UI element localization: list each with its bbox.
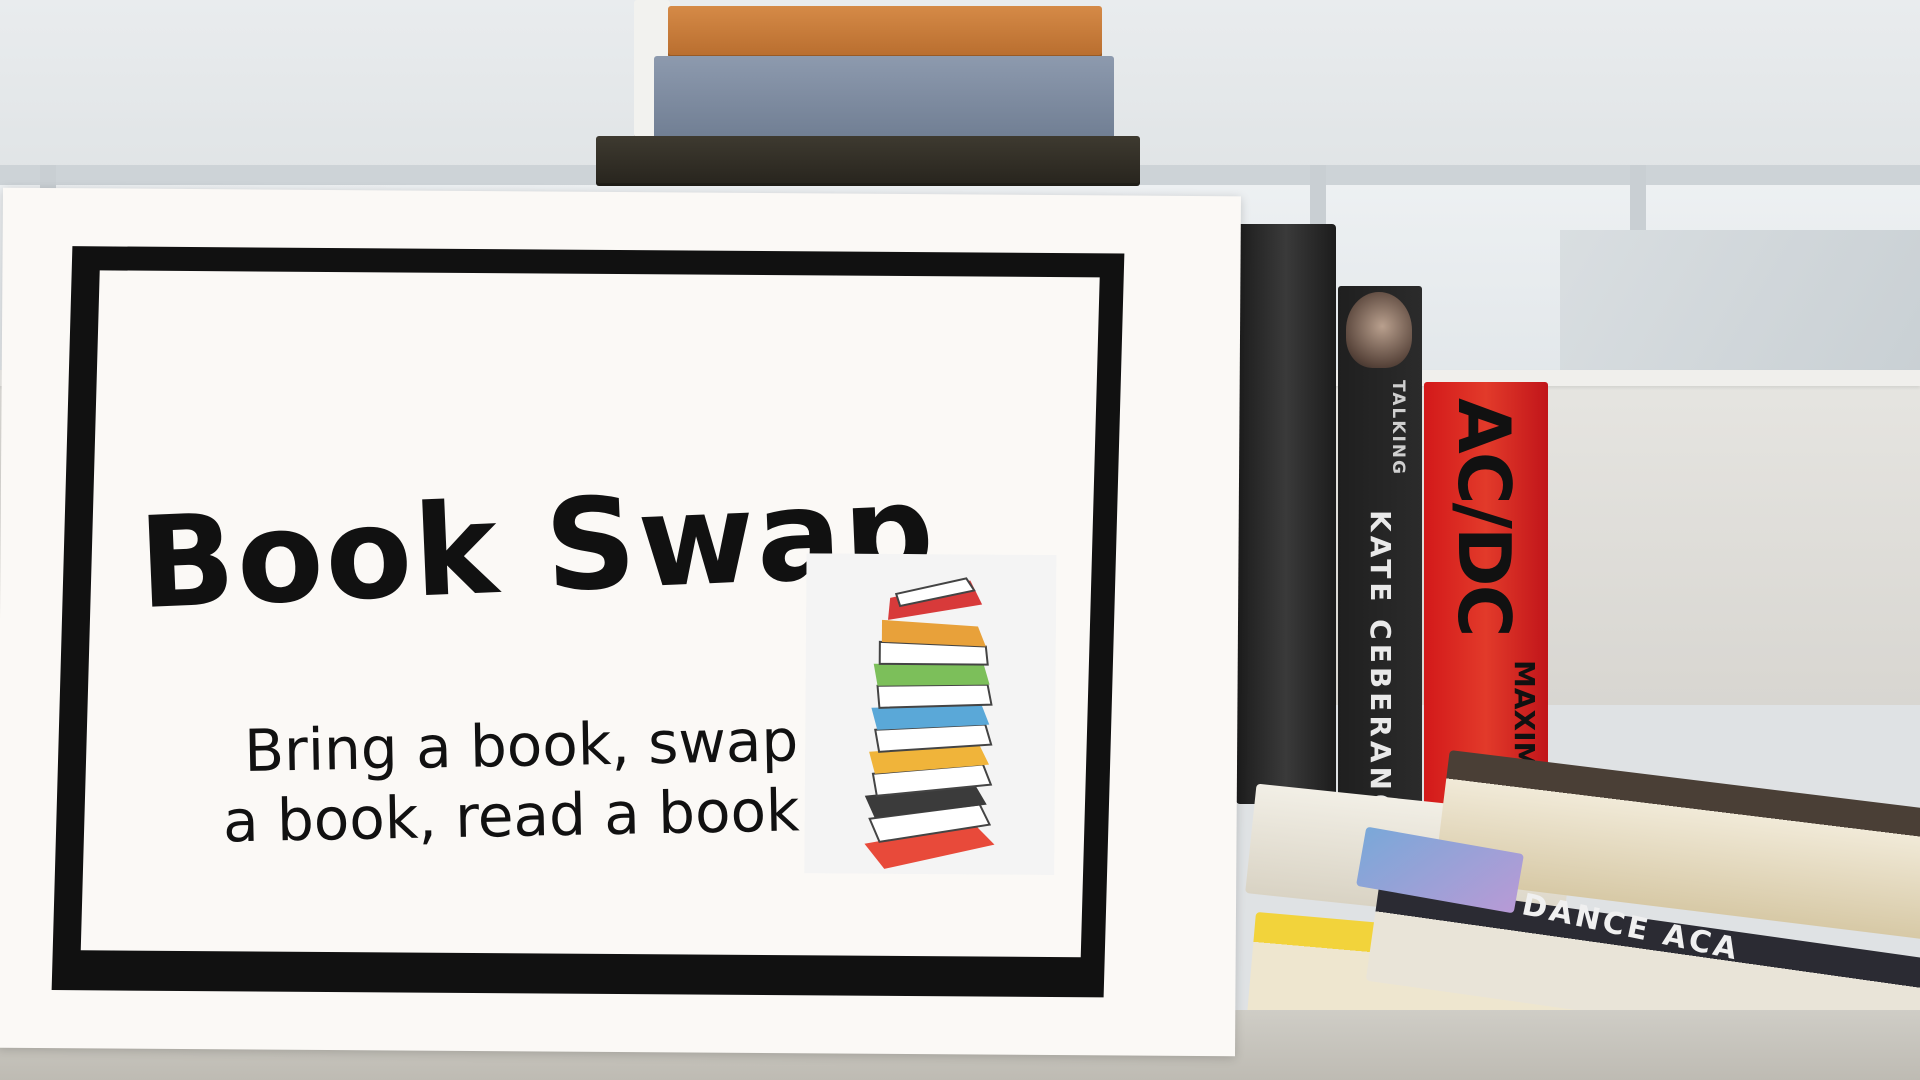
book-dark-stacked bbox=[596, 136, 1140, 186]
book-swap-sign: Book Swap Bring a book, swap a book, rea… bbox=[0, 187, 1241, 1057]
book-stack-icon bbox=[804, 553, 1057, 876]
kate-book-author: KATE CEBERANO bbox=[1364, 510, 1397, 822]
acdc-logo-text: AC/DC bbox=[1442, 398, 1526, 636]
binder-spine bbox=[1236, 224, 1336, 804]
sign-subtitle-line-2: a book, read a book bbox=[222, 776, 801, 856]
background-wall bbox=[1560, 230, 1920, 380]
sign-subtitle: Bring a book, swap a book, read a book bbox=[198, 705, 801, 856]
book-orange-stacked bbox=[668, 6, 1102, 58]
sign-subtitle-line-1: Bring a book, swap bbox=[243, 706, 799, 786]
kate-book-tag: TALKING bbox=[1388, 380, 1408, 476]
book-blue-stacked bbox=[654, 56, 1114, 142]
photo-scene: TALKING KATE CEBERANO AC/DC MAXIMUM ROCK… bbox=[0, 0, 1920, 1080]
author-photo bbox=[1346, 292, 1412, 368]
